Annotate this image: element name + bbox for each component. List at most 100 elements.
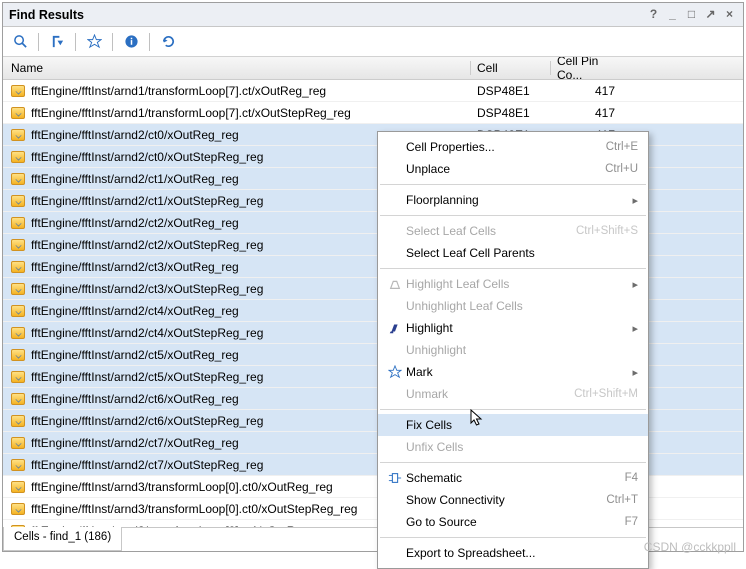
menu-label: Highlight xyxy=(406,321,632,335)
menu-item-mark[interactable]: Mark▸ xyxy=(378,361,648,383)
toolbar-sep xyxy=(112,33,113,51)
menu-label: Unplace xyxy=(406,162,595,176)
menu-shortcut: F7 xyxy=(625,516,638,528)
cell-name-text: fftEngine/fftInst/arnd3/transformLoop[0]… xyxy=(31,480,333,494)
menu-label: Select Leaf Cells xyxy=(406,224,566,238)
cell-icon xyxy=(11,481,25,493)
menu-shortcut: F4 xyxy=(625,472,638,484)
column-pin[interactable]: Cell Pin Co... xyxy=(551,57,627,82)
cell-name-text: fftEngine/fftInst/arnd1/transformLoop[7]… xyxy=(31,106,351,120)
submenu-arrow-icon: ▸ xyxy=(632,278,638,291)
cell-name-text: fftEngine/fftInst/arnd2/ct3/xOutStepReg_… xyxy=(31,282,263,296)
cell-name-text: fftEngine/fftInst/arnd2/ct2/xOutReg_reg xyxy=(31,216,239,230)
table-row[interactable]: fftEngine/fftInst/arnd1/transformLoop[7]… xyxy=(3,80,743,102)
cell-name-text: fftEngine/fftInst/arnd2/ct7/xOutStepReg_… xyxy=(31,458,263,472)
cell-name: fftEngine/fftInst/arnd1/transformLoop[7]… xyxy=(3,84,471,98)
close-icon[interactable]: × xyxy=(722,7,737,22)
cell-name-text: fftEngine/fftInst/arnd2/ct1/xOutReg_reg xyxy=(31,172,239,186)
menu-shortcut: Ctrl+Shift+S xyxy=(576,225,638,237)
cell-icon xyxy=(11,393,25,405)
cell-icon xyxy=(11,107,25,119)
toolbar-sep xyxy=(38,33,39,51)
menu-label: Unhighlight Leaf Cells xyxy=(406,299,638,313)
submenu-arrow-icon: ▸ xyxy=(632,366,638,379)
menu-shortcut: Ctrl+U xyxy=(605,163,638,175)
cell-name-text: fftEngine/fftInst/arnd2/ct6/xOutStepReg_… xyxy=(31,414,263,428)
menu-separator xyxy=(380,268,646,269)
cell-icon xyxy=(11,327,25,339)
menu-label: Unmark xyxy=(406,387,564,401)
minimize-icon[interactable]: _ xyxy=(665,7,680,22)
collapse-icon[interactable] xyxy=(46,31,68,53)
cell-name-text: fftEngine/fftInst/arnd2/ct2/xOutStepReg_… xyxy=(31,238,263,252)
cell-name-text: fftEngine/fftInst/arnd3/transformLoop[0]… xyxy=(31,524,333,528)
cell-icon xyxy=(11,129,25,141)
column-cell[interactable]: Cell xyxy=(471,61,551,75)
menu-shortcut: Ctrl+E xyxy=(606,141,638,153)
column-name[interactable]: Name xyxy=(3,61,471,75)
cell-name-text: fftEngine/fftInst/arnd2/ct0/xOutReg_reg xyxy=(31,128,239,142)
menu-item-go-to-source[interactable]: Go to SourceF7 xyxy=(378,511,648,533)
cell-name: fftEngine/fftInst/arnd1/transformLoop[7]… xyxy=(3,106,471,120)
cell-icon xyxy=(11,415,25,427)
menu-item-unplace[interactable]: Unplace Ctrl+U xyxy=(378,158,648,180)
menu-item-unfix-cells: Unfix Cells xyxy=(378,436,648,458)
table-row[interactable]: fftEngine/fftInst/arnd1/transformLoop[7]… xyxy=(3,102,743,124)
cell-icon xyxy=(11,371,25,383)
cell-icon xyxy=(11,151,25,163)
menu-item-cell-properties[interactable]: Cell Properties... Ctrl+E xyxy=(378,136,648,158)
cell-name-text: fftEngine/fftInst/arnd2/ct7/xOutReg_reg xyxy=(31,436,239,450)
menu-item-unmark: UnmarkCtrl+Shift+M xyxy=(378,383,648,405)
cell-icon xyxy=(11,503,25,515)
menu-item-select-leaf-cell-parents[interactable]: Select Leaf Cell Parents xyxy=(378,242,648,264)
float-icon[interactable]: ↗ xyxy=(703,7,718,22)
menu-item-fix-cells[interactable]: Fix Cells xyxy=(378,414,648,436)
cursor-icon xyxy=(470,409,484,427)
menu-label: Mark xyxy=(406,365,632,379)
maximize-icon[interactable]: □ xyxy=(684,7,699,22)
menu-separator xyxy=(380,537,646,538)
cell-name-text: fftEngine/fftInst/arnd2/ct4/xOutStepReg_… xyxy=(31,326,263,340)
titlebar[interactable]: Find Results ? _ □ ↗ × xyxy=(3,3,743,27)
cell-name-text: fftEngine/fftInst/arnd3/transformLoop[0]… xyxy=(31,502,357,516)
highlight-mark-icon[interactable] xyxy=(83,31,105,53)
menu-item-highlight-leaf-cells: Highlight Leaf Cells▸ xyxy=(378,273,648,295)
menu-item-schematic[interactable]: SchematicF4 xyxy=(378,467,648,489)
toolbar-sep xyxy=(75,33,76,51)
menu-label: Unfix Cells xyxy=(406,440,638,454)
cell-type: DSP48E1 xyxy=(471,106,551,120)
menu-item-export-to-spreadsheet[interactable]: Export to Spreadsheet... xyxy=(378,542,648,564)
menu-separator xyxy=(380,184,646,185)
cell-icon xyxy=(11,437,25,449)
menu-label: Highlight Leaf Cells xyxy=(406,277,632,291)
schem-icon xyxy=(384,471,406,485)
search-icon[interactable] xyxy=(9,31,31,53)
menu-item-select-leaf-cells: Select Leaf Cells Ctrl+Shift+S xyxy=(378,220,648,242)
menu-label: Select Leaf Cell Parents xyxy=(406,246,638,260)
menu-label: Fix Cells xyxy=(406,418,638,432)
tab-find-1[interactable]: Cells - find_1 (186) xyxy=(3,527,122,551)
menu-item-unhighlight: Unhighlight xyxy=(378,339,648,361)
menu-label: Floorplanning xyxy=(406,193,632,207)
cell-icon xyxy=(11,459,25,471)
menu-item-highlight[interactable]: Highlight▸ xyxy=(378,317,648,339)
menu-label: Cell Properties... xyxy=(406,140,596,154)
cell-type: DSP48E1 xyxy=(471,84,551,98)
mark-icon xyxy=(384,365,406,379)
cell-icon xyxy=(11,283,25,295)
context-menu[interactable]: Cell Properties... Ctrl+E Unplace Ctrl+U Flo… xyxy=(377,131,649,569)
help-icon[interactable]: ? xyxy=(646,7,661,22)
cell-icon xyxy=(11,525,25,528)
toolbar xyxy=(3,27,743,57)
cell-icon xyxy=(11,305,25,317)
hl-leaf-icon xyxy=(384,277,406,291)
submenu-arrow-icon: ▸ xyxy=(632,322,638,335)
table-header[interactable]: Name Cell Cell Pin Co... xyxy=(3,57,743,80)
cell-icon xyxy=(11,173,25,185)
menu-item-floorplanning[interactable]: Floorplanning▸ xyxy=(378,189,648,211)
menu-item-show-connectivity[interactable]: Show ConnectivityCtrl+T xyxy=(378,489,648,511)
window-title: Find Results xyxy=(9,8,642,22)
refresh-icon[interactable] xyxy=(157,31,179,53)
info-icon[interactable] xyxy=(120,31,142,53)
cell-pin: 417 xyxy=(551,84,623,98)
